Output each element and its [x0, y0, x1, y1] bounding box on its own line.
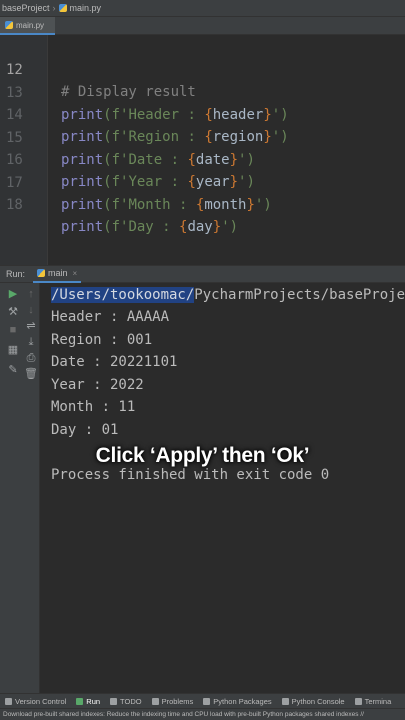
code-line: 15 print(f'Date : {date}') — [0, 105, 405, 168]
console-line: Date : 20221101 — [51, 354, 178, 370]
video-caption: Click ‘Apply’ then ‘Ok’ — [95, 444, 310, 467]
code-line: 17 print(f'Month : {month}') — [0, 150, 405, 213]
status-bar: Download pre-built shared indexes: Reduc… — [0, 708, 405, 720]
code-line: 13 print(f'Header : {header}') — [0, 60, 405, 123]
tool-window-bar: Version Control Run TODO Problems Python… — [0, 693, 405, 708]
arrow-down-icon[interactable]: ↓ — [24, 303, 38, 317]
console-path-line: /Users/tookoomac/PycharmProjects/basePro… — [51, 284, 405, 306]
tool-window-label: Python Console — [291, 696, 345, 706]
run-panel-header: Run: main × — [0, 265, 405, 283]
list-icon — [110, 697, 118, 705]
console-line: Header : AAAAA — [51, 309, 170, 325]
rerun-icon[interactable]: ▶ — [6, 287, 20, 301]
code-line: 18 print(f'Day : {day}') — [0, 172, 405, 235]
soft-wrap-icon[interactable]: ⇌ — [24, 319, 38, 333]
code-variable: day — [187, 219, 213, 235]
code-string: ') — [221, 219, 239, 235]
tool-window-label: Python Packages — [213, 696, 272, 706]
console-line: Month : 11 — [51, 399, 136, 415]
code-text: print(f'Day : {day}') — [61, 216, 238, 238]
pin-icon[interactable]: ✎ — [6, 363, 20, 377]
chevron-right-icon: › — [52, 3, 56, 13]
code-line: 12 # Display result — [0, 37, 405, 100]
close-icon[interactable]: × — [73, 269, 78, 278]
tool-window-label: Run — [86, 696, 101, 706]
editor-tab-bar: main.py — [0, 17, 405, 35]
python-file-icon — [5, 21, 13, 29]
console-line: Year : 2022 — [51, 377, 144, 393]
tool-window-todo[interactable]: TODO — [110, 697, 142, 706]
code-editor[interactable]: 12 # Display result 13 print(f'Header : … — [0, 35, 405, 265]
selected-text: /Users/tookoomac/ — [51, 287, 195, 303]
status-message[interactable]: Download pre-built shared indexes: Reduc… — [3, 711, 364, 718]
code-string: (f'Month : — [103, 197, 196, 213]
wrench-icon[interactable]: ⚒ — [6, 305, 20, 319]
tool-window-python-packages[interactable]: Python Packages — [203, 696, 272, 706]
stop-icon[interactable]: ■ — [6, 323, 20, 337]
breadcrumb-project[interactable]: baseProject — [2, 3, 50, 13]
branch-icon — [5, 697, 12, 705]
tool-window-python-console[interactable]: Python Console — [281, 696, 345, 706]
run-console[interactable]: /Users/tookoomac/PycharmProjects/basePro… — [40, 283, 405, 693]
layout-icon[interactable]: ▦ — [6, 343, 20, 357]
run-toolbar: ▶ ⚒ ■ ▦ ✎ ↑ ↓ ⇌ ⤓ ⎙ 🗑 — [0, 283, 40, 693]
breadcrumb: baseProject › main.py — [0, 0, 405, 17]
arrow-up-icon[interactable]: ↑ — [24, 287, 38, 301]
print-icon[interactable]: ⎙ — [24, 351, 38, 365]
python-file-icon — [37, 269, 46, 277]
run-tab-main[interactable]: main × — [33, 265, 82, 283]
python-file-icon — [58, 4, 67, 12]
run-tab-label: main — [48, 268, 68, 278]
package-icon — [203, 697, 211, 705]
warning-icon — [151, 697, 159, 705]
code-function: print — [61, 219, 104, 235]
tool-window-label: Version Control — [15, 696, 67, 706]
console-line: Day : 01 — [51, 422, 119, 438]
code-text: print(f'Month : {month}') — [61, 194, 272, 216]
code-string: ') — [254, 197, 272, 213]
tool-window-problems[interactable]: Problems — [151, 696, 194, 706]
tool-window-version-control[interactable]: Version Control — [5, 697, 66, 706]
tool-window-label: TODO — [120, 696, 142, 706]
tool-window-label: Problems — [161, 696, 194, 706]
trash-icon[interactable]: 🗑 — [24, 367, 38, 381]
line-number: 18 — [6, 197, 23, 213]
code-line: 16 print(f'Year : {year}') — [0, 127, 405, 190]
tool-window-terminal[interactable]: Termina — [354, 696, 392, 706]
console-path-rest: PycharmProjects/baseProjec — [194, 287, 405, 303]
tool-window-label: Termina — [364, 696, 392, 706]
code-function: print — [61, 197, 104, 213]
code-line: 14 print(f'Region : {region}') — [0, 82, 405, 145]
code-variable: month — [204, 197, 247, 213]
code-string: (f'Day : — [103, 219, 180, 235]
tool-window-run[interactable]: Run — [76, 697, 100, 706]
scroll-to-end-icon[interactable]: ⤓ — [24, 335, 38, 349]
terminal-icon — [354, 697, 362, 705]
code-brace: } — [212, 219, 222, 235]
tab-label: main.py — [16, 20, 45, 30]
code-brace: } — [246, 197, 255, 213]
play-icon — [76, 697, 84, 705]
tab-main-py[interactable]: main.py — [0, 17, 55, 35]
breadcrumb-file[interactable]: main.py — [70, 3, 102, 13]
console-line: Region : 001 — [51, 332, 153, 348]
python-console-icon — [281, 697, 289, 705]
run-label: Run: — [6, 269, 26, 279]
